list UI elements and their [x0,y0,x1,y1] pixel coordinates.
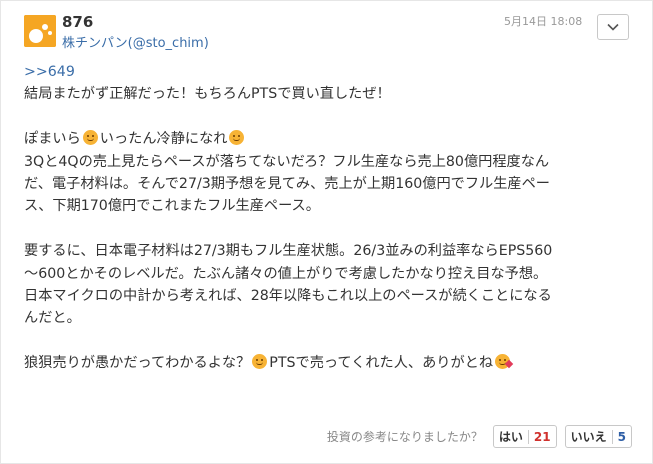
vote-divider [611,429,613,444]
body-line: 日本マイクロの中計から考えれば、28年以降もこれ以上のペースが続くことになる [24,288,552,305]
chevron-down-icon [607,23,619,31]
post-number: 876 [62,13,94,31]
vote-yes-label: はい [498,430,523,444]
body-line: 要するに、日本電子材料は27/3期もフル生産状態。26/3並みの利益率ならEPS… [24,243,553,260]
vote-no-button[interactable]: いいえ 5 [564,425,632,448]
body-line: だ、電子材料は。そんで27/3期予想を見てみ、売上が上期160億円でフル生産ペー [24,176,550,193]
post-timestamp: 5月14日 18:08 [504,15,583,28]
avatar-icon [24,15,56,47]
vote-yes-count: 21 [533,429,551,444]
vote-yes-button[interactable]: はい 21 [492,425,557,448]
vote-no-count: 5 [617,429,626,444]
grinning-emoji-icon [229,130,245,146]
body-line: んだと。 [24,310,81,327]
author-link[interactable]: 株チンパン(@sto_chim) [62,32,209,51]
post-body: >>649 結局またがず正解だった！もちろんPTSで買い直したぜ！ ぽまいら いっ… [24,61,639,375]
reply-link[interactable]: >>649 [24,64,75,80]
body-text-segment: 狼狽売りが愚かだってわかるよな？ [24,355,251,372]
body-line: ～600とかそのレベルだ。たぶん諸々の値上がりで考慮したかなり控え目な予想。 [24,265,548,282]
body-line: 結局またがず正解だった！もちろんPTSで買い直したぜ！ [24,86,391,103]
body-text-segment: PTSで売ってくれた人、ありがとね [269,355,494,372]
vote-divider [527,429,529,444]
body-line: 3Qと4Qの売上見たらペースが落ちてないだろ？フル生産なら売上80億円程度なん [24,153,550,170]
body-text-segment: いったん冷静になれ [99,131,228,148]
kissing-heart-emoji-icon [495,354,514,370]
grinning-emoji-icon [82,130,98,146]
body-line: ぽまいら いったん冷静になれ [24,128,639,150]
body-line: ス、下期170億円でこれまたフル生産ペース。 [24,198,320,215]
post-menu-button[interactable] [597,14,629,40]
grinning-emoji-icon [252,354,268,370]
helpful-question: 投資の参考になりましたか？ [326,430,483,444]
vote-no-label: いいえ [570,430,607,444]
vote-footer: 投資の参考になりましたか？ はい 21 いいえ 5 [327,425,632,448]
body-text-segment: ぽまいら [24,131,81,148]
body-line: 狼狽売りが愚かだってわかるよな？ PTSで売ってくれた人、ありがとね [24,352,639,374]
post-card: 876 株チンパン(@sto_chim) 5月14日 18:08 >>649 結… [0,0,653,464]
avatar[interactable] [24,15,56,47]
